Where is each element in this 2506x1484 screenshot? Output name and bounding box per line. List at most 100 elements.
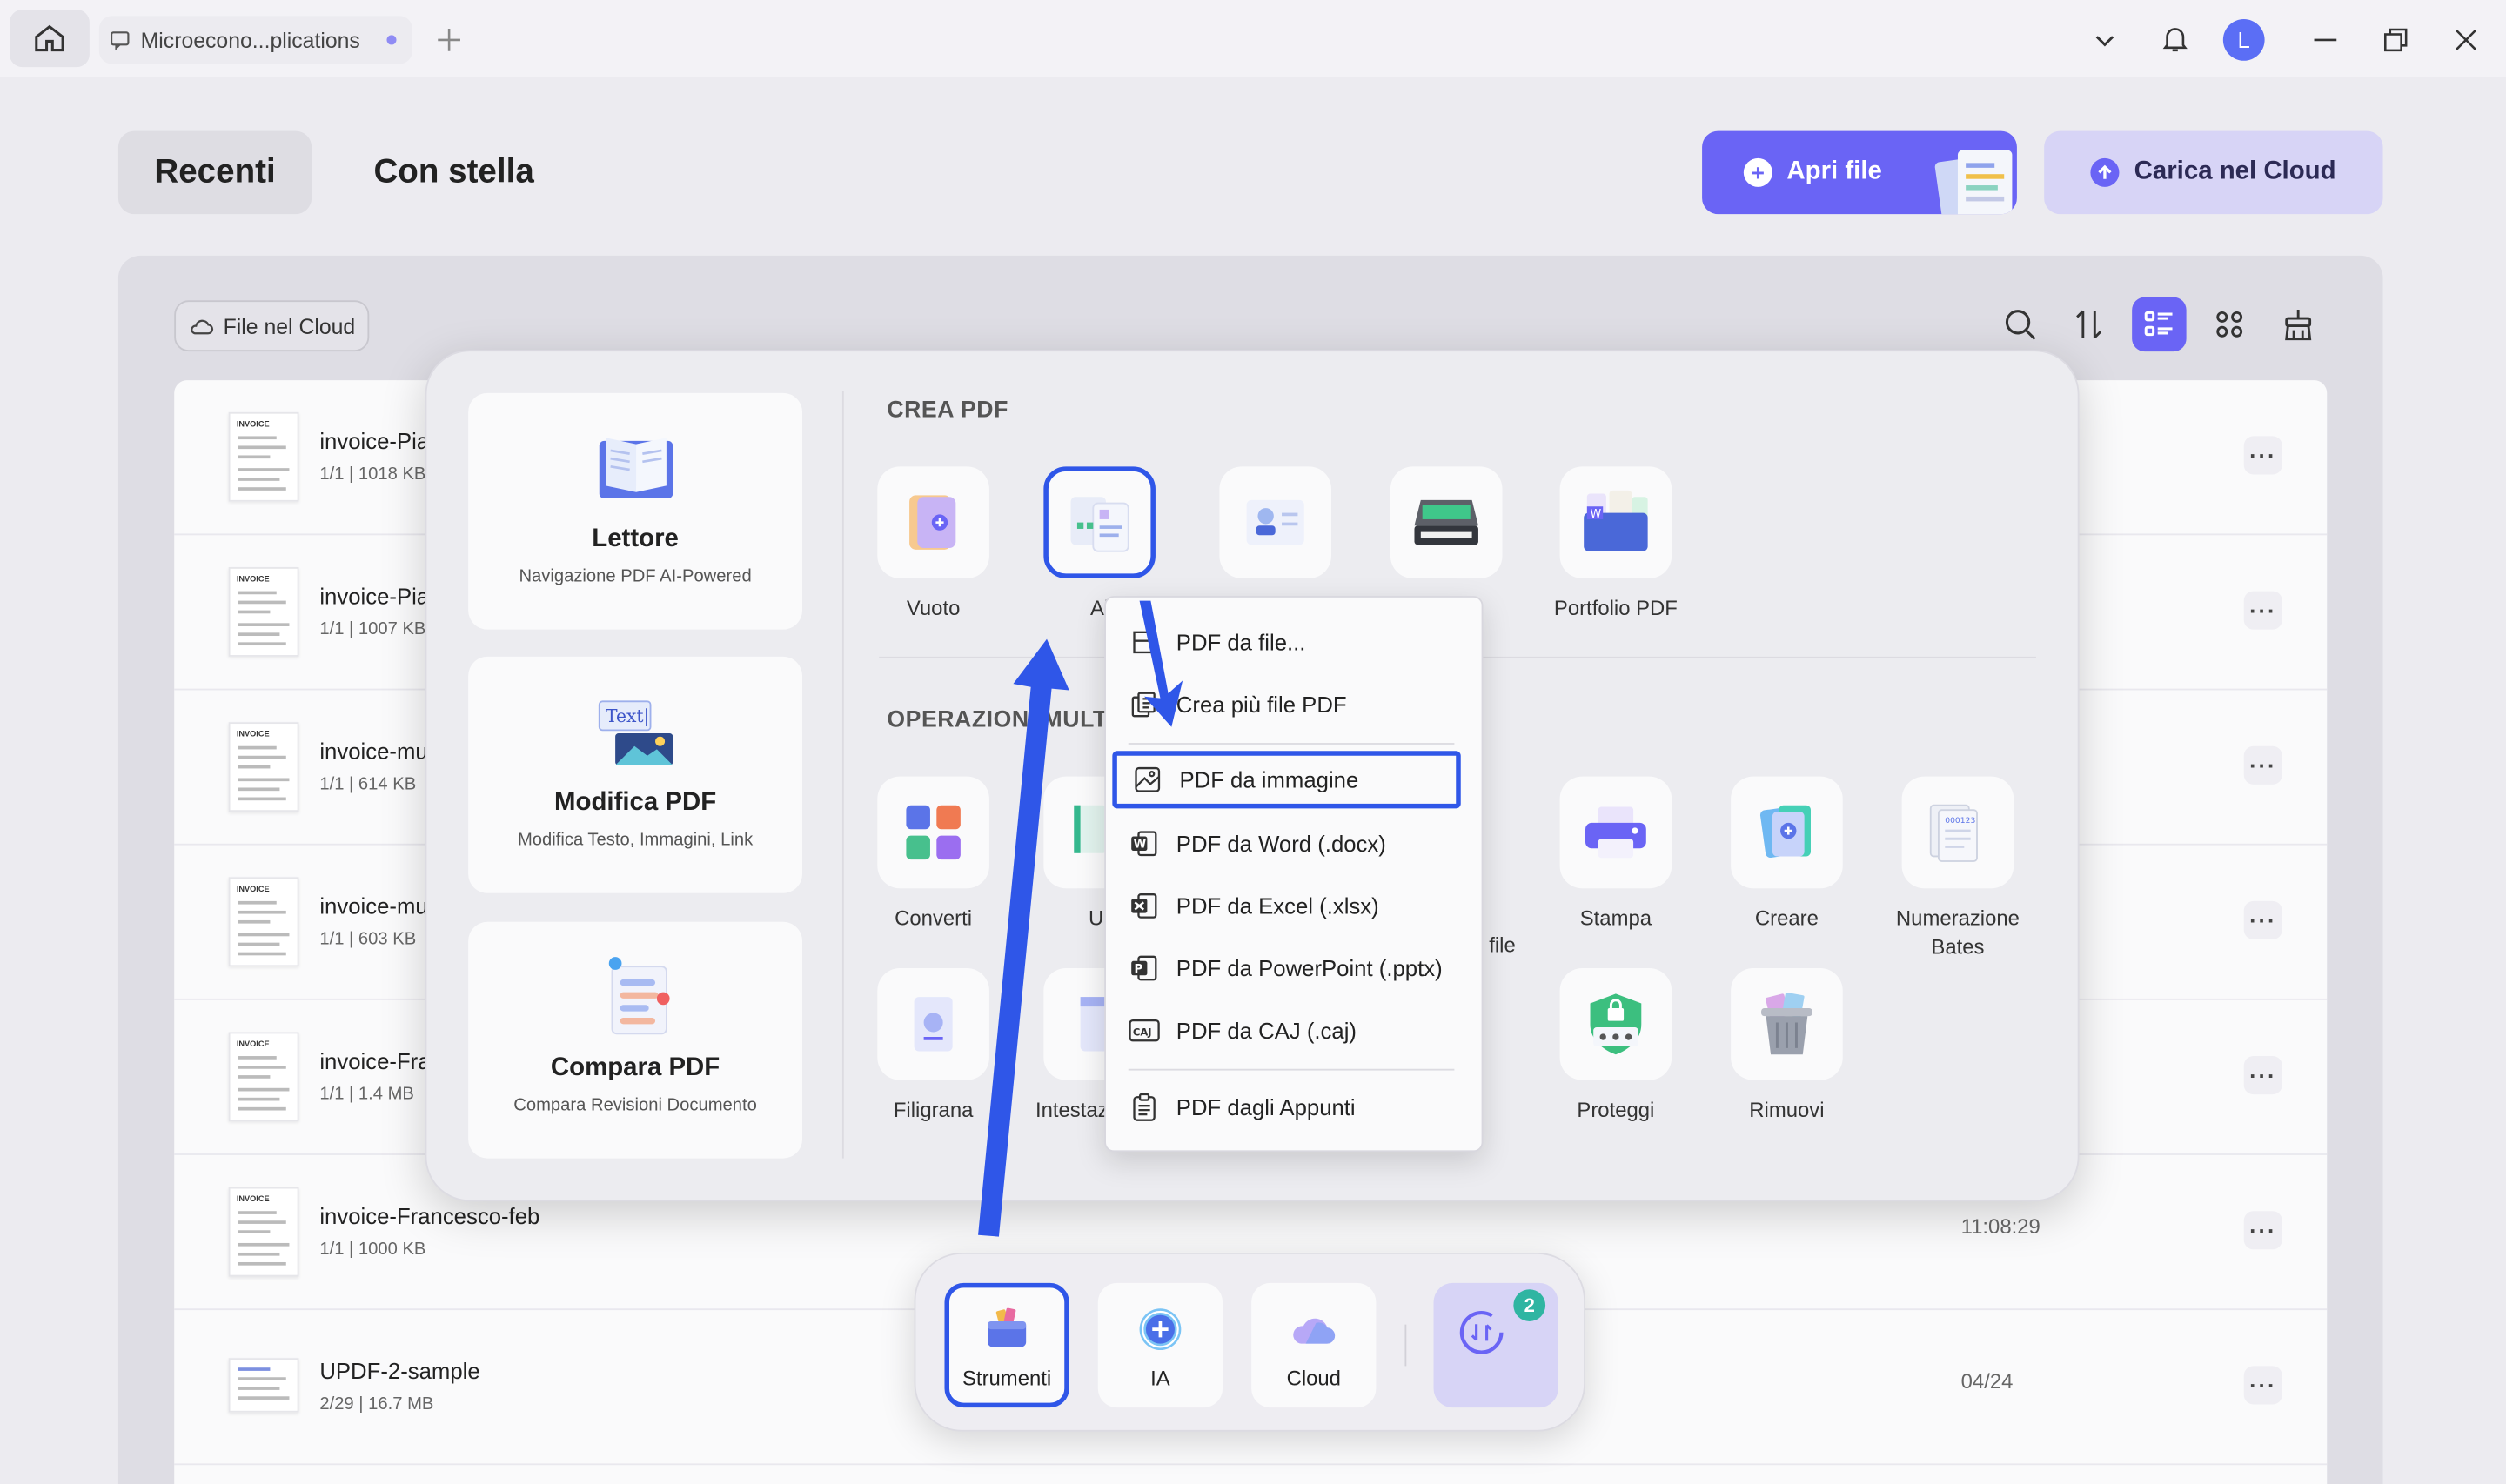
clipboard-icon bbox=[1129, 1091, 1161, 1123]
tool-remove[interactable]: Rimuovi bbox=[1699, 968, 1874, 1124]
minimize-button[interactable] bbox=[2303, 17, 2348, 62]
file-meta: 2/29 | 16.7 MB bbox=[319, 1394, 434, 1414]
broom-icon bbox=[2285, 310, 2312, 341]
file-name: invoice-Pia bbox=[319, 428, 430, 454]
card-subtitle: Navigazione PDF AI-Powered bbox=[519, 567, 752, 587]
edit-text-image-icon: Text| bbox=[598, 700, 673, 765]
caj-icon: CAJ bbox=[1129, 1014, 1161, 1046]
reader-card[interactable]: Lettore Navigazione PDF AI-Powered bbox=[468, 392, 803, 630]
menu-item-pdf-from-excel[interactable]: PDF da Excel (.xlsx) bbox=[1106, 877, 1484, 934]
menu-item-label: PDF da PowerPoint (.pptx) bbox=[1176, 955, 1443, 981]
menu-item-pdf-from-caj[interactable]: CAJ PDF da CAJ (.caj) bbox=[1106, 1002, 1484, 1060]
tool-print[interactable]: Stampa bbox=[1528, 776, 1704, 933]
tab-recent[interactable]: Recenti bbox=[117, 130, 312, 215]
tool-bates[interactable]: 000123 Numerazione Bates bbox=[1870, 776, 2046, 960]
tool-label: Creare bbox=[1754, 906, 1819, 930]
file-name: invoice-Fra bbox=[319, 1047, 431, 1074]
more-options-button[interactable]: ··· bbox=[2243, 900, 2282, 939]
menu-item-pdf-from-file[interactable]: PDF da file... bbox=[1106, 613, 1484, 671]
file-thumbnail: INVOICE bbox=[228, 411, 299, 502]
more-options-button[interactable]: ··· bbox=[2243, 1211, 2282, 1250]
document-tab[interactable]: Microecono...plications bbox=[98, 16, 412, 64]
grid-view-button[interactable] bbox=[2202, 297, 2256, 351]
chevron-down-icon bbox=[2095, 36, 2114, 47]
search-button[interactable] bbox=[1993, 297, 2047, 351]
notifications-button[interactable] bbox=[2153, 16, 2197, 60]
restore-icon bbox=[2383, 28, 2408, 52]
tool-convert[interactable]: Converti bbox=[846, 776, 1022, 933]
create-pdf-icon bbox=[1759, 805, 1811, 859]
plus-circle-icon: + bbox=[1743, 157, 1772, 187]
svg-text:000123: 000123 bbox=[1945, 816, 1975, 826]
card-subtitle: Compara Revisioni Documento bbox=[513, 1095, 757, 1116]
more-options-button[interactable]: ··· bbox=[2243, 436, 2282, 475]
file-time: 04/24 bbox=[1960, 1369, 2014, 1394]
tool-scan-id[interactable] bbox=[1188, 466, 1364, 594]
new-tab-button[interactable] bbox=[426, 17, 471, 62]
file-meta: 1/1 | 603 KB bbox=[319, 929, 417, 949]
menu-item-label: PDF da CAJ (.caj) bbox=[1176, 1017, 1357, 1044]
clean-button[interactable] bbox=[2271, 297, 2325, 351]
powerpoint-icon: P bbox=[1129, 953, 1161, 985]
scanner-icon bbox=[1414, 499, 1478, 545]
bottom-dock: Strumenti IA Cloud 2 bbox=[914, 1252, 1586, 1432]
bell-icon bbox=[2162, 28, 2188, 52]
section-create-title: CREA PDF bbox=[887, 398, 1008, 424]
dock-label: Strumenti bbox=[962, 1366, 1052, 1390]
divider bbox=[841, 391, 844, 1159]
cloud-files-filter[interactable]: File nel Cloud bbox=[174, 300, 370, 352]
sync-icon bbox=[1459, 1310, 1504, 1354]
tool-watermark[interactable]: Filigrana bbox=[846, 968, 1022, 1124]
tool-label: Converti bbox=[895, 906, 973, 930]
open-file-button[interactable]: + Apri file bbox=[1702, 130, 2017, 215]
dock-tools-button[interactable]: Strumenti bbox=[944, 1282, 1069, 1408]
close-button[interactable] bbox=[2443, 17, 2488, 62]
blank-page-icon bbox=[909, 495, 956, 550]
menu-item-create-multiple[interactable]: Crea più file PDF bbox=[1106, 676, 1484, 733]
dock-cloud-button[interactable]: Cloud bbox=[1251, 1282, 1377, 1408]
file-name: invoice-mu bbox=[319, 738, 428, 764]
dock-label: IA bbox=[1150, 1366, 1170, 1390]
compare-documents-icon bbox=[608, 957, 670, 1035]
more-options-button[interactable]: ··· bbox=[2243, 1366, 2282, 1405]
more-options-button[interactable]: ··· bbox=[2243, 591, 2282, 630]
file-thumbnail bbox=[228, 1358, 299, 1413]
tab-starred[interactable]: Con stella bbox=[342, 131, 566, 215]
dock-ai-button[interactable]: IA bbox=[1097, 1282, 1223, 1408]
excel-icon bbox=[1129, 890, 1161, 922]
tool-portfolio[interactable]: W Portfolio PDF bbox=[1528, 466, 1704, 622]
compare-pdf-card[interactable]: Compara PDF Compara Revisioni Documento bbox=[468, 921, 803, 1159]
tool-blank[interactable]: Vuoto bbox=[846, 466, 1022, 622]
file-name: invoice-mu bbox=[319, 892, 428, 919]
ai-assistant-icon bbox=[1139, 1308, 1182, 1351]
file-name: invoice-Pia bbox=[319, 583, 430, 609]
list-view-button[interactable] bbox=[2132, 297, 2187, 352]
tool-scanner[interactable] bbox=[1358, 466, 1534, 594]
close-icon bbox=[2456, 29, 2476, 50]
more-options-button[interactable]: ··· bbox=[2243, 1056, 2282, 1095]
menu-item-pdf-from-word[interactable]: W PDF da Word (.docx) bbox=[1106, 815, 1484, 872]
edit-pdf-card[interactable]: Text| Modifica PDF Modifica Testo, Immag… bbox=[468, 656, 803, 893]
tool-protect[interactable]: Proteggi bbox=[1528, 968, 1704, 1124]
user-avatar[interactable]: L bbox=[2222, 19, 2265, 61]
menu-item-label: Crea più file PDF bbox=[1176, 692, 1347, 718]
tabs-dropdown-button[interactable] bbox=[2082, 17, 2127, 62]
comment-icon bbox=[111, 31, 130, 51]
svg-text:P: P bbox=[1135, 963, 1143, 976]
menu-item-label: PDF da immagine bbox=[1179, 766, 1359, 793]
tool-label: Portfolio PDF bbox=[1553, 596, 1678, 620]
home-button[interactable] bbox=[10, 10, 90, 68]
more-options-button[interactable]: ··· bbox=[2243, 745, 2282, 785]
menu-item-pdf-from-powerpoint[interactable]: P PDF da PowerPoint (.pptx) bbox=[1106, 939, 1484, 997]
menu-item-pdf-from-clipboard[interactable]: PDF dagli Appunti bbox=[1106, 1079, 1484, 1136]
upload-cloud-button[interactable]: Carica nel Cloud bbox=[2044, 130, 2383, 215]
home-icon bbox=[35, 24, 64, 52]
tool-create[interactable]: Creare bbox=[1699, 776, 1874, 933]
menu-item-pdf-from-image[interactable]: PDF da immagine bbox=[1112, 751, 1461, 809]
trash-bin-icon bbox=[1761, 993, 1812, 1055]
grid-view-icon bbox=[2216, 311, 2243, 338]
restore-button[interactable] bbox=[2373, 17, 2417, 62]
file-meta: 1/1 | 1000 KB bbox=[319, 1240, 426, 1260]
sort-button[interactable] bbox=[2061, 297, 2115, 351]
dock-sync-button[interactable]: 2 bbox=[1433, 1282, 1558, 1408]
